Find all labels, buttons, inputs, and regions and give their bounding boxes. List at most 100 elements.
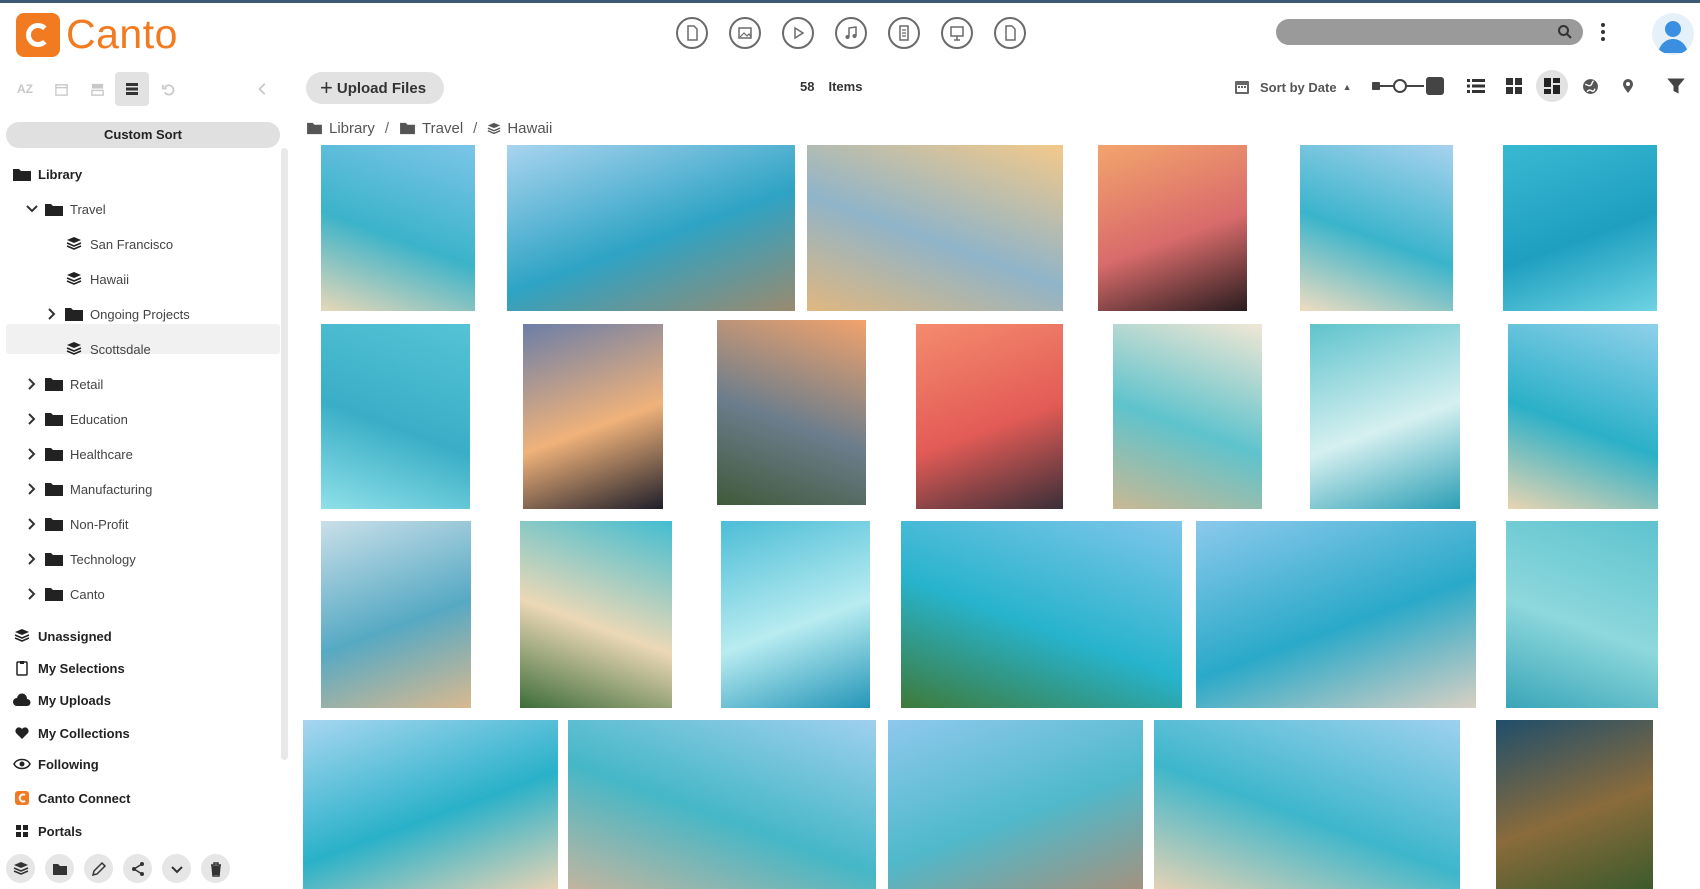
tree-item-manufacturing[interactable]: Manufacturing — [26, 475, 152, 503]
asset-thumbnail-waikiki-hotels[interactable] — [901, 521, 1182, 708]
section-portals[interactable]: Portals — [12, 817, 82, 845]
asset-thumbnail-catamaran-beach[interactable] — [1508, 324, 1658, 509]
chevron-right-icon[interactable] — [26, 553, 38, 565]
section-my-collections[interactable]: My Collections — [12, 719, 130, 747]
thumbnail-size-slider[interactable] — [1370, 74, 1446, 98]
chevron-right-icon[interactable] — [26, 483, 38, 495]
asset-thumbnail-resort-beach[interactable] — [1300, 145, 1453, 311]
asset-thumbnail-waikiki-view[interactable] — [1154, 720, 1460, 889]
asset-thumbnail-beach-resort-aerial[interactable] — [321, 145, 475, 311]
asset-thumbnail-tree-silhouette-sunset[interactable] — [1098, 145, 1247, 311]
text-icon[interactable] — [888, 17, 920, 49]
chevron-right-icon[interactable] — [26, 588, 38, 600]
section-unassigned[interactable]: Unassigned — [12, 622, 112, 650]
search-input[interactable] — [1276, 19, 1583, 45]
asset-thumbnail-palms-beach-aerial[interactable] — [520, 521, 672, 708]
tree-item-ongoing-projects[interactable]: Ongoing Projects — [46, 300, 190, 328]
chevron-right-icon[interactable] — [26, 378, 38, 390]
tree-item-education[interactable]: Education — [26, 405, 128, 433]
masonry-view-icon[interactable] — [1536, 70, 1568, 102]
section-following[interactable]: Following — [12, 750, 99, 778]
edit-button[interactable] — [84, 854, 113, 883]
asset-thumbnail-city-shoreline[interactable] — [321, 521, 471, 708]
tree-item-label: Education — [70, 411, 128, 427]
share-button[interactable] — [123, 854, 152, 883]
asset-thumbnail-paddleboarders-aerial[interactable] — [321, 324, 470, 509]
asset-thumbnail-diamond-head-surfers[interactable] — [507, 145, 795, 311]
sort-by-date[interactable]: Sort by Date ▲ — [1234, 79, 1352, 95]
user-avatar[interactable] — [1652, 13, 1694, 55]
chevron-right-icon[interactable] — [26, 413, 38, 425]
list-view-icon[interactable] — [1460, 70, 1492, 102]
chevron-right-icon[interactable] — [46, 308, 58, 320]
sort-az-icon[interactable]: AZ — [14, 78, 36, 100]
tree-item-retail[interactable]: Retail — [26, 370, 103, 398]
album-icon — [64, 236, 84, 252]
asset-thumbnail-hotel-towers-beach[interactable] — [568, 720, 876, 889]
tree-library[interactable]: Library — [12, 160, 82, 188]
tree-item-non-profit[interactable]: Non-Profit — [26, 510, 129, 538]
collapse-sidebar-icon[interactable] — [252, 78, 274, 100]
asset-thumbnail-waikiki-diamond-head[interactable] — [1196, 521, 1476, 708]
asset-thumbnail-beach-palms-boat[interactable] — [303, 720, 558, 889]
folder-icon — [44, 551, 64, 567]
tree-item-san-francisco[interactable]: San Francisco — [64, 230, 173, 258]
chevron-down-icon[interactable] — [26, 203, 38, 215]
upload-files-button[interactable]: + Upload Files — [306, 72, 444, 104]
chevron-right-icon[interactable] — [26, 518, 38, 530]
globe-view-icon[interactable] — [1574, 70, 1606, 102]
video-icon[interactable] — [782, 17, 814, 49]
map-pin-icon[interactable] — [1612, 70, 1644, 102]
asset-thumbnail-clear-water[interactable] — [1506, 521, 1658, 708]
folder-open-icon — [44, 201, 64, 217]
section-canto-connect[interactable]: Canto Connect — [12, 784, 130, 812]
breadcrumb-label: Travel — [422, 120, 464, 137]
filter-icon[interactable] — [1666, 76, 1686, 96]
canto-logo[interactable]: Canto — [16, 11, 178, 58]
tree-item-canto[interactable]: Canto — [26, 580, 105, 608]
asset-thumbnail-sunset-beach[interactable] — [807, 145, 1063, 311]
asset-type-filters — [676, 17, 1026, 49]
document-icon[interactable] — [676, 17, 708, 49]
asset-thumbnail-coastal-road-aerial[interactable] — [1496, 720, 1653, 889]
asset-thumbnail-beach-crowd-aerial[interactable] — [1113, 324, 1262, 509]
tree-item-scottsdale[interactable]: Scottsdale — [64, 335, 151, 363]
asset-thumbnail-ocean-foam[interactable] — [1310, 324, 1460, 509]
sidebar-scrollbar[interactable] — [281, 148, 288, 760]
tree-item-travel[interactable]: Travel — [26, 195, 106, 223]
asset-thumbnail-surfers-wave[interactable] — [721, 521, 870, 708]
search-icon[interactable] — [1557, 24, 1573, 40]
asset-thumbnail-towers-shore[interactable] — [888, 720, 1143, 889]
breadcrumb-label: Hawaii — [507, 120, 553, 137]
other-icon[interactable] — [994, 17, 1026, 49]
calendar-icon[interactable] — [50, 78, 72, 100]
custom-sort-icon[interactable] — [115, 72, 149, 106]
undo-icon[interactable] — [157, 78, 179, 100]
canto-connect-icon — [12, 790, 32, 806]
breadcrumb-travel[interactable]: Travel — [399, 120, 463, 137]
asset-thumbnail-city-sunset-valley[interactable] — [717, 320, 866, 505]
breadcrumb-library[interactable]: Library — [306, 120, 375, 137]
asset-thumbnail-palm-silhouette-dusk[interactable] — [523, 324, 663, 509]
tray-icon[interactable] — [86, 78, 108, 100]
section-my-uploads[interactable]: My Uploads — [12, 686, 111, 714]
asset-thumbnail-ocean-swimmer[interactable] — [1503, 145, 1657, 311]
breadcrumb-separator: / — [473, 120, 478, 137]
custom-sort-label[interactable]: Custom Sort — [6, 122, 280, 148]
asset-thumbnail-palm-sunset-red[interactable] — [916, 324, 1063, 509]
more-button[interactable] — [162, 854, 191, 883]
breadcrumb-hawaii[interactable]: Hawaii — [487, 120, 552, 137]
tree-item-hawaii[interactable]: Hawaii — [64, 265, 129, 293]
section-my-selections[interactable]: My Selections — [12, 654, 125, 682]
tree-item-technology[interactable]: Technology — [26, 545, 136, 573]
delete-button[interactable] — [201, 854, 230, 883]
audio-icon[interactable] — [835, 17, 867, 49]
new-album-button[interactable] — [6, 854, 35, 883]
chevron-right-icon[interactable] — [26, 448, 38, 460]
grid-view-icon[interactable] — [1498, 70, 1530, 102]
tree-item-healthcare[interactable]: Healthcare — [26, 440, 133, 468]
image-icon[interactable] — [729, 17, 761, 49]
presentation-icon[interactable] — [941, 17, 973, 49]
more-menu-icon[interactable] — [1600, 21, 1606, 43]
new-folder-button[interactable] — [45, 854, 74, 883]
